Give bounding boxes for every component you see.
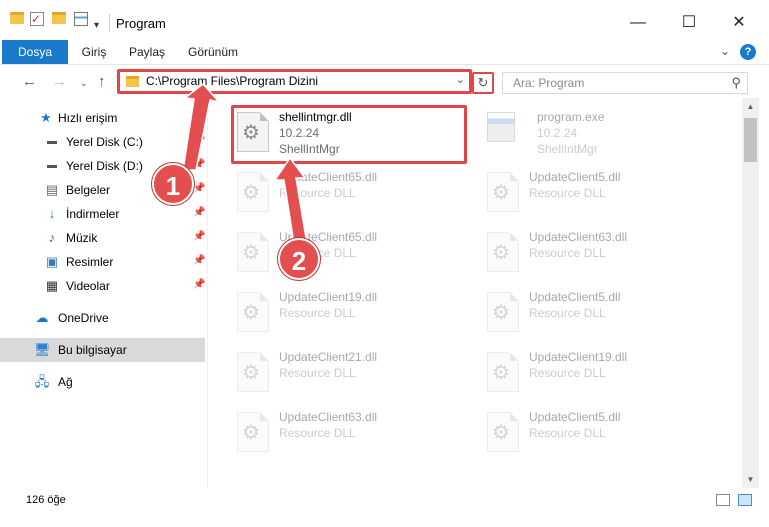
arrow-2 (273, 156, 308, 245)
annotation-arrows (182, 82, 308, 245)
step-marker-2: 2 (278, 238, 320, 280)
arrow-1 (182, 82, 222, 171)
step-marker-1: 1 (152, 163, 194, 205)
